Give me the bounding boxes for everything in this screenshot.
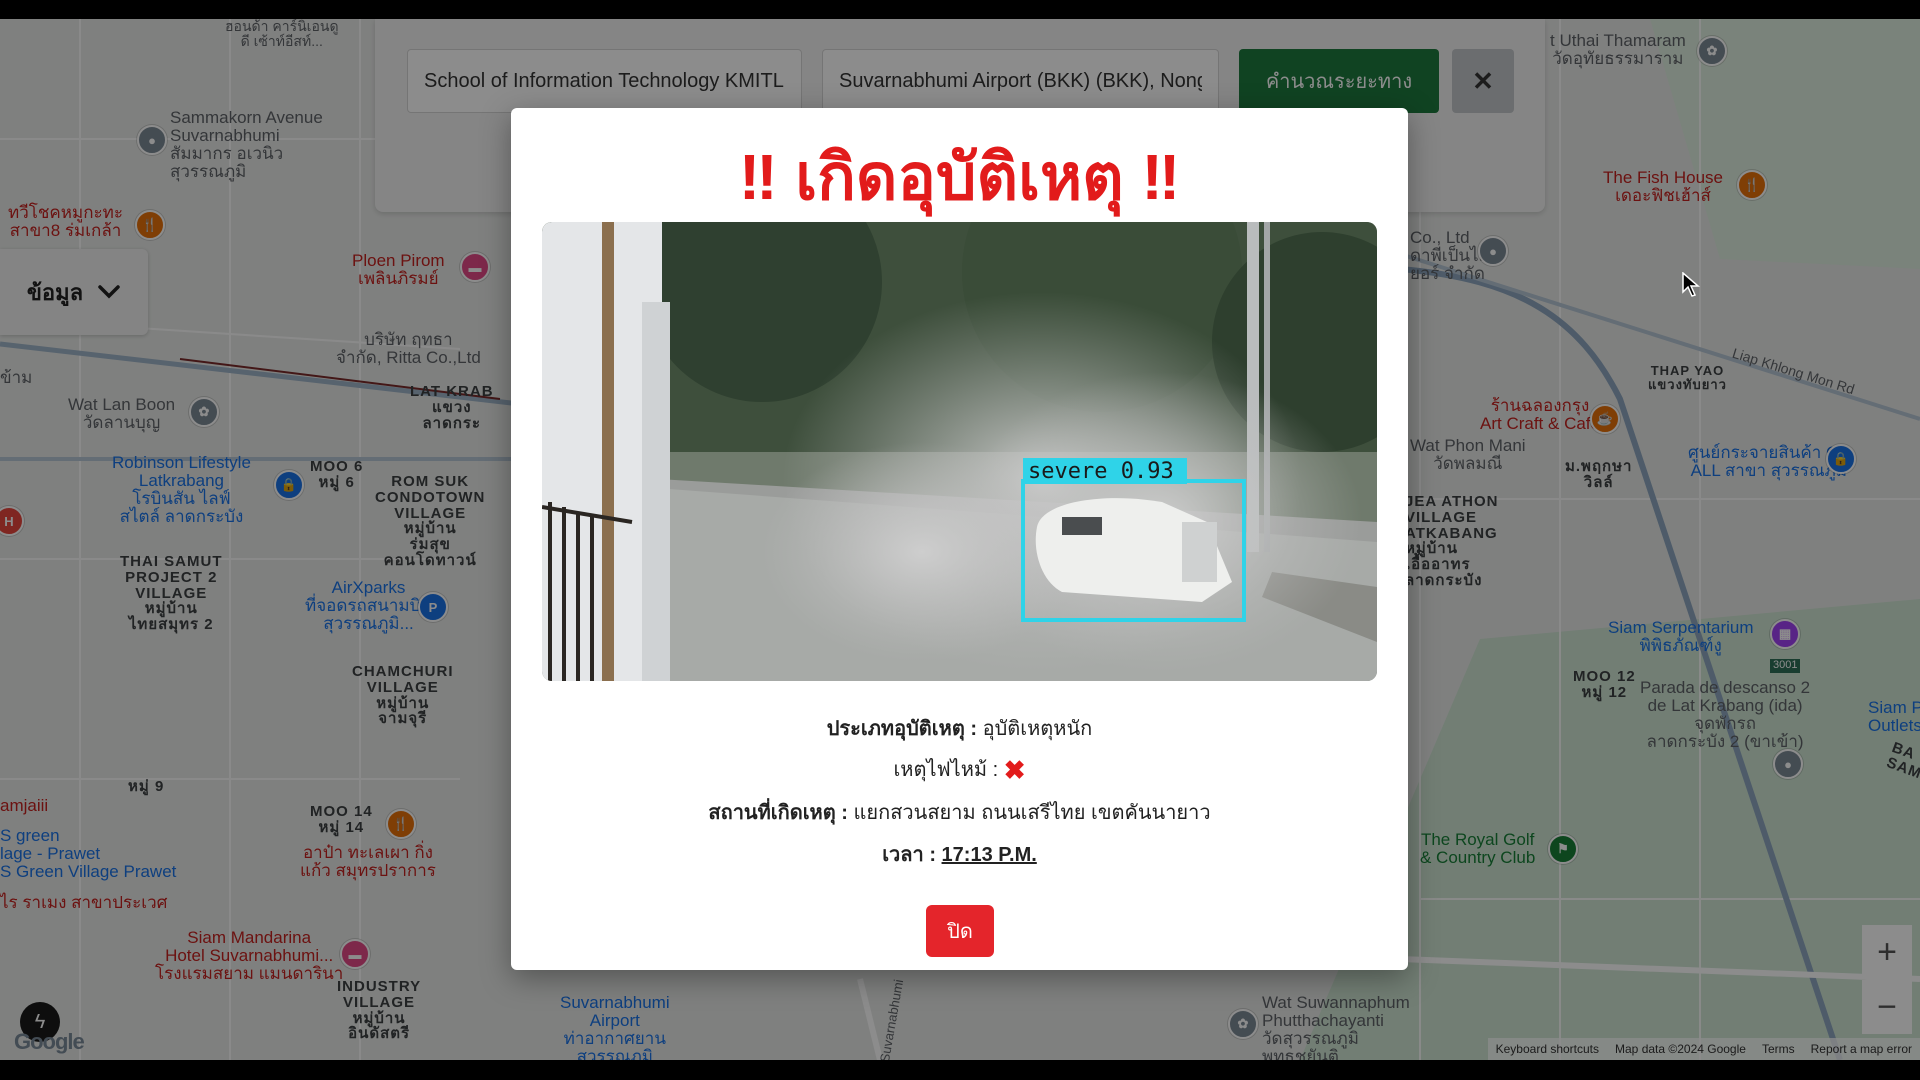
accident-type-row: ประเภทอุบัติเหตุ : อุบัติเหตุหนัก [511, 712, 1408, 744]
accident-alert-modal: ‼ เกิดอุบัติเหตุ ‼ severe 0.93 ประเภทอุบ… [511, 108, 1408, 970]
fire-row: เหตุไฟไหม้ : ✖ [511, 753, 1408, 786]
accident-type-value: อุบัติเหตุหนัก [982, 718, 1093, 740]
alert-title: ‼ เกิดอุบัติเหตุ ‼ [738, 141, 1181, 213]
location-label: สถานที่เกิดเหตุ : [708, 802, 848, 824]
time-row: เวลา : 17:13 P.M. [511, 838, 1408, 870]
app-window: ฮอนด้า คาร์นิเอนดู ดี เซ้าท์อีสท์... Sam… [0, 19, 1920, 1060]
location-row: สถานที่เกิดเหตุ : แยกสวนสยาม ถนนเสรีไทย … [511, 796, 1408, 828]
accident-photo: severe 0.93 [542, 222, 1377, 681]
close-modal-button[interactable]: ปิด [926, 905, 994, 957]
accident-type-label: ประเภทอุบัติเหตุ : [826, 718, 978, 740]
cross-icon: ✖ [1003, 755, 1026, 785]
time-value: 17:13 P.M. [941, 844, 1037, 866]
location-value: แยกสวนสยาม ถนนเสรีไทย เขตคันนายาว [853, 802, 1211, 824]
time-label: เวลา : [882, 844, 936, 866]
detection-label: severe 0.93 [1028, 459, 1174, 484]
fire-label: เหตุไฟไหม้ : [893, 759, 999, 781]
mouse-cursor-icon [1682, 272, 1700, 297]
